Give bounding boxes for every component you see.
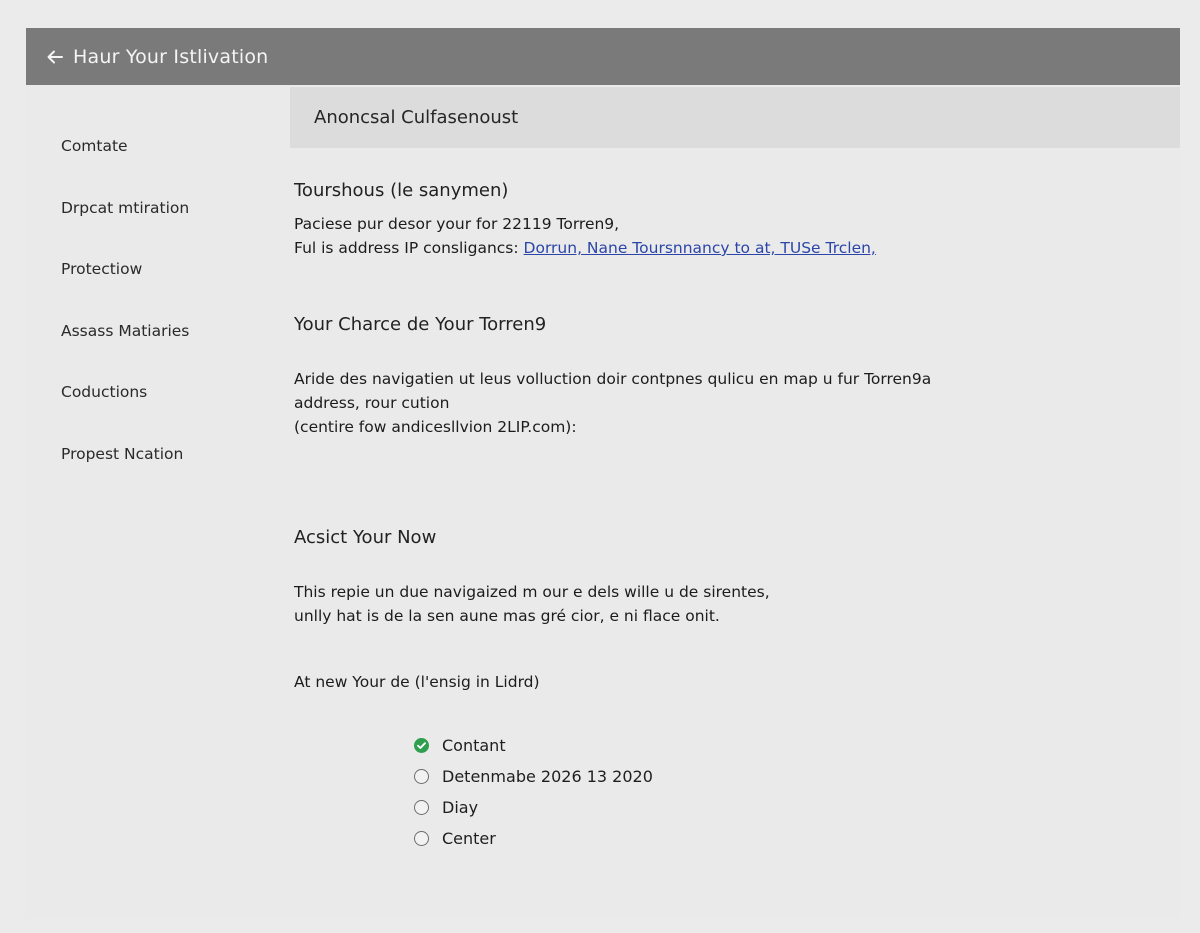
section2-line3: (centire fow andicesllvion 2LIP.com): [294,418,577,436]
window-title: Haur Your Istlivation [73,45,269,68]
main-content: Anoncsal Culfasenoust Tourshous (le sany… [290,85,1180,918]
sidebar-item-assass-matiaries[interactable]: Assass Matiaries [61,322,189,340]
radio-label: Diay [442,798,479,817]
radio-option-contant[interactable]: Contant [414,736,506,755]
radio-option-diay[interactable]: Diay [414,798,478,817]
radio-option-center[interactable]: Center [414,829,496,848]
section-title-tourshous: Tourshous (le sanymen) [294,180,509,201]
section-title-your-charce: Your Charce de Your Torren9 [294,314,547,335]
section2-line1: Aride des navigatien ut leus volluction … [294,370,932,388]
sidebar-item-propest-ncation[interactable]: Propest Ncation [61,445,183,463]
radio-label: Center [442,829,496,848]
title-bar: Haur Your Istlivation [26,28,1180,85]
section1-link[interactable]: Dorrun, Nane Toursnnancy to at, TUSe Trc… [524,239,876,257]
sidebar-item-protectiow[interactable]: Protectiow [61,260,142,278]
section3-line1: This repie un due navigaized m our e del… [294,583,770,601]
sidebar-item-drpcat-mtiration[interactable]: Drpcat mtiration [61,199,189,217]
radio-unchecked-icon[interactable] [414,831,429,846]
content-header-title: Anoncsal Culfasenoust [314,107,519,128]
app-window: Haur Your Istlivation Comtate Drpcat mti… [26,28,1180,918]
section3-line2: unlly hat is de la sen aune mas gré cior… [294,607,720,625]
options-prompt: At new Your de (l'ensig in Lidrd) [294,673,540,691]
sidebar-item-coductions[interactable]: Coductions [61,383,147,401]
content-header: Anoncsal Culfasenoust [290,87,1180,148]
section-title-acsict: Acsict Your Now [294,527,437,548]
radio-label: Contant [442,736,506,755]
radio-unchecked-icon[interactable] [414,769,429,784]
sidebar: Comtate Drpcat mtiration Protectiow Assa… [26,85,290,918]
arrow-left-icon[interactable] [43,45,67,69]
section1-line2: Ful is address IP consligancs: Dorrun, N… [294,239,876,257]
radio-option-detenmabe[interactable]: Detenmabe 2026 13 2020 [414,767,653,786]
radio-unchecked-icon[interactable] [414,800,429,815]
section1-line2-text: Ful is address IP consligancs: [294,239,524,257]
section1-line1: Paciese pur desor your for 22119 Torren9… [294,215,620,233]
radio-label: Detenmabe 2026 13 2020 [442,767,653,786]
section2-line2: address, rour cution [294,394,450,412]
radio-checked-icon[interactable] [414,738,429,753]
sidebar-item-comtate[interactable]: Comtate [61,137,128,155]
